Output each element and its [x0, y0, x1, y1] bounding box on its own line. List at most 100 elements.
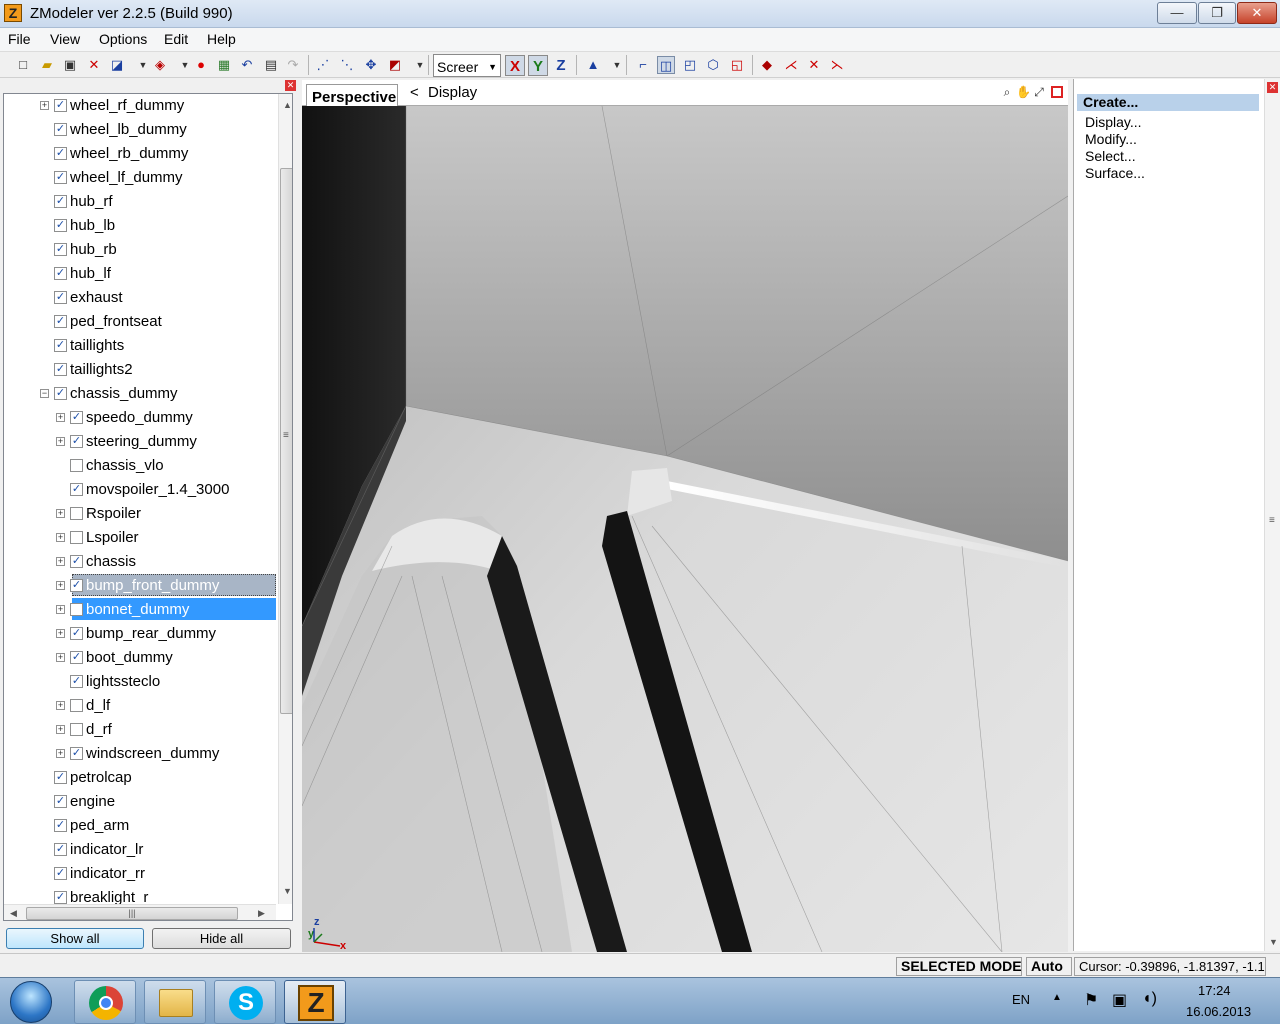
taskbar-chrome[interactable] — [74, 980, 136, 1024]
visibility-checkbox[interactable]: ✓ — [70, 483, 83, 496]
viewport-display-menu[interactable]: Display — [428, 84, 477, 101]
visibility-checkbox[interactable]: ✓ — [54, 315, 67, 328]
visibility-checkbox[interactable]: ✓ — [54, 195, 67, 208]
tree-item[interactable]: ✓ ped_frontseat — [4, 310, 274, 334]
vertex-mode-icon[interactable]: ⌐ — [634, 56, 652, 74]
tree-item[interactable]: + ✓ bump_rear_dummy — [4, 622, 274, 646]
expand-icon[interactable]: + — [56, 605, 65, 614]
clock-time[interactable]: 17:24 — [1198, 983, 1231, 998]
scroll-down-icon[interactable]: ▼ — [283, 886, 292, 896]
taskbar-skype[interactable]: S — [214, 980, 276, 1024]
undo-history-icon[interactable]: ◈ — [151, 56, 169, 74]
tray-expand-icon[interactable]: ▲ — [1052, 992, 1062, 1003]
visibility-checkbox[interactable]: ✓ — [54, 147, 67, 160]
pivot-icon[interactable]: ▲ — [584, 56, 602, 74]
expand-icon[interactable]: + — [56, 749, 65, 758]
new-file-icon[interactable]: □ — [14, 56, 32, 74]
tree-item[interactable]: ✓ petrolcap — [4, 766, 274, 790]
tree-item[interactable]: ✓ engine — [4, 790, 274, 814]
group-mode-icon[interactable]: ⬡ — [704, 56, 722, 74]
tree-item[interactable]: ✓ movspoiler_1.4_3000 — [4, 478, 274, 502]
menu-edit[interactable]: Edit — [164, 31, 188, 47]
command-create[interactable]: Create... — [1077, 94, 1259, 111]
visibility-checkbox[interactable]: ✓ — [54, 891, 67, 904]
open-folder-icon[interactable]: ▰ — [38, 56, 56, 74]
tab-perspective[interactable]: Perspective — [306, 84, 398, 106]
object-mode-icon[interactable]: ◰ — [681, 56, 699, 74]
visibility-checkbox[interactable] — [70, 723, 83, 736]
commands-panel-close-icon[interactable]: ✕ — [1267, 82, 1278, 93]
tree-scroll-thumb[interactable] — [280, 168, 292, 714]
command-modify[interactable]: Modify... — [1085, 131, 1137, 147]
visibility-checkbox[interactable]: ✓ — [54, 99, 67, 112]
move-tool-icon[interactable]: ✥ — [362, 56, 380, 74]
visibility-checkbox[interactable]: ✓ — [54, 819, 67, 832]
scroll-right-icon[interactable]: ▶ — [258, 908, 265, 919]
object-tree[interactable]: + ✓ wheel_rf_dummy ✓ wheel_lb_dummy ✓ wheel_rb… — [3, 93, 293, 921]
cube-mode-icon[interactable]: ◱ — [728, 56, 746, 74]
tree-item[interactable]: + ✓ chassis — [4, 550, 274, 574]
tool-dropdown-icon[interactable]: ▼ — [411, 56, 429, 74]
object-tool-icon[interactable]: ◩ — [386, 56, 404, 74]
expand-icon[interactable]: + — [56, 413, 65, 422]
taskbar-zmodeler[interactable]: Z — [284, 980, 346, 1024]
expand-icon[interactable]: + — [40, 101, 49, 110]
hide-all-button[interactable]: Hide all — [152, 928, 291, 949]
visibility-checkbox[interactable]: ✓ — [54, 339, 67, 352]
command-select[interactable]: Select... — [1085, 148, 1136, 164]
tree-item[interactable]: ✓ hub_lb — [4, 214, 274, 238]
command-surface[interactable]: Surface... — [1085, 165, 1145, 181]
visibility-checkbox[interactable]: ✓ — [70, 411, 83, 424]
visibility-checkbox[interactable]: ✓ — [54, 843, 67, 856]
texture-icon[interactable]: ▦ — [215, 56, 233, 74]
coordinate-system-select[interactable]: Screer ▼ — [433, 54, 501, 77]
expand-icon[interactable]: + — [56, 557, 65, 566]
face-mode-icon[interactable]: ◫ — [657, 56, 675, 74]
taskbar-explorer[interactable] — [144, 980, 206, 1024]
viewport-3d[interactable]: z y x — [302, 106, 1068, 952]
tree-item[interactable]: + d_rf — [4, 718, 274, 742]
maximize-button[interactable]: ❐ — [1198, 2, 1236, 24]
tree-item[interactable]: − ✓ chassis_dummy — [4, 382, 274, 406]
zoom-icon[interactable]: ⌕ — [1000, 85, 1014, 99]
visibility-checkbox[interactable]: ✓ — [54, 387, 67, 400]
tree-vertical-scrollbar[interactable]: ▲ ≡ ▼ — [278, 94, 292, 904]
visibility-checkbox[interactable]: ✓ — [54, 243, 67, 256]
tree-item[interactable]: ✓ wheel_lf_dummy — [4, 166, 274, 190]
mirror-x-icon[interactable]: ⋌ — [782, 56, 800, 74]
render-icon[interactable]: ◆ — [758, 56, 776, 74]
tree-item[interactable]: ✓ hub_rb — [4, 238, 274, 262]
tree-item[interactable]: + ✓ steering_dummy — [4, 430, 274, 454]
visibility-checkbox[interactable]: ✓ — [54, 291, 67, 304]
redo-icon[interactable]: ↷ — [284, 56, 302, 74]
visibility-checkbox[interactable] — [70, 507, 83, 520]
pan-hand-icon[interactable]: ✋ — [1016, 85, 1031, 99]
visibility-checkbox[interactable]: ✓ — [54, 795, 67, 808]
visibility-checkbox[interactable] — [70, 531, 83, 544]
tree-item[interactable]: ✓ ped_arm — [4, 814, 274, 838]
visibility-checkbox[interactable]: ✓ — [70, 627, 83, 640]
select-face-icon[interactable]: ⋱ — [338, 56, 356, 74]
import-dropdown-icon[interactable]: ▼ — [134, 56, 152, 74]
commands-scrollbar[interactable]: ▲ ≡ ▼ — [1264, 79, 1280, 951]
tree-item[interactable]: + d_lf — [4, 694, 274, 718]
visibility-checkbox[interactable]: ✓ — [54, 123, 67, 136]
scroll-left-icon[interactable]: ◀ — [10, 908, 17, 919]
tree-horizontal-scrollbar[interactable]: ◀ ||| ▶ — [4, 904, 276, 920]
scroll-up-icon[interactable]: ▲ — [283, 100, 292, 110]
visibility-checkbox[interactable]: ✓ — [54, 363, 67, 376]
tree-hscroll-thumb[interactable]: ||| — [26, 907, 238, 920]
axis-y-toggle[interactable]: Y — [528, 55, 548, 76]
tree-item[interactable]: + ✓ speedo_dummy — [4, 406, 274, 430]
visibility-checkbox[interactable] — [70, 699, 83, 712]
viewport-close-icon[interactable] — [1051, 86, 1063, 98]
tree-item[interactable]: + ✓ wheel_rf_dummy — [4, 94, 274, 118]
visibility-checkbox[interactable]: ✓ — [54, 867, 67, 880]
tree-item[interactable]: ✓ wheel_lb_dummy — [4, 118, 274, 142]
axis-x-toggle[interactable]: X — [505, 55, 525, 76]
tree-item[interactable]: ✓ lightssteclo — [4, 670, 274, 694]
language-indicator[interactable]: EN — [1012, 992, 1030, 1007]
axis-z-toggle[interactable]: Z — [551, 55, 571, 76]
tree-item[interactable]: ✓ taillights2 — [4, 358, 274, 382]
command-display[interactable]: Display... — [1085, 114, 1142, 130]
